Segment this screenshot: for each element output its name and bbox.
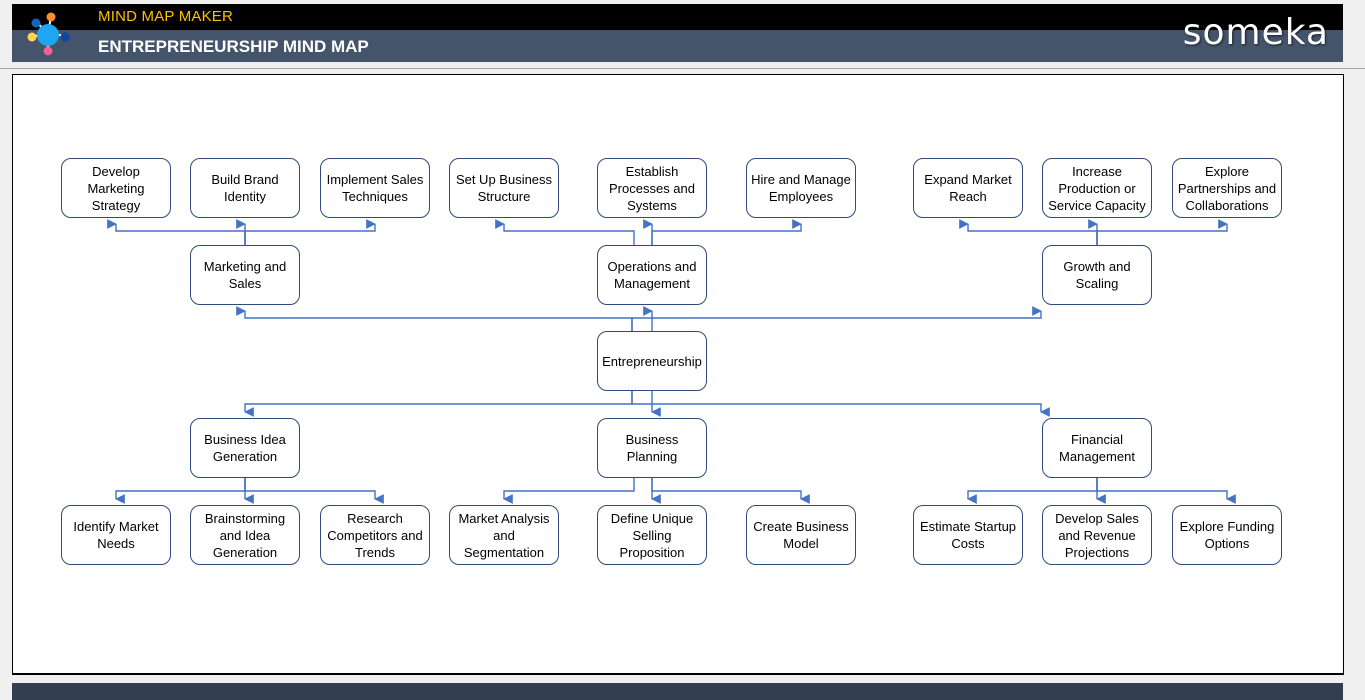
node-label: Hire and Manage Employees <box>751 172 851 204</box>
node-label: Implement Sales Techniques <box>326 172 424 204</box>
app-header: MIND MAP MAKER ENTREPRENEURSHIP MIND MAP… <box>12 4 1343 62</box>
leaf-node-increase-production-or-service-capacity[interactable]: Increase Production or Service Capacity <box>1042 158 1152 218</box>
node-label: Set Up Business Structure <box>455 172 553 204</box>
node-label: Identify Market Needs <box>73 519 159 551</box>
header-divider <box>0 68 1365 69</box>
node-label: Marketing and Sales <box>203 259 287 291</box>
node-label: Build Brand Identity <box>211 172 279 204</box>
node-label: Establish Processes and Systems <box>609 163 695 213</box>
leaf-node-estimate-startup-costs[interactable]: Estimate Startup Costs <box>913 505 1023 565</box>
mind-map-icon <box>27 12 70 56</box>
leaf-node-create-business-model[interactable]: Create Business Model <box>746 505 856 565</box>
node-label: Business Idea Generation <box>204 432 286 464</box>
leaf-node-develop-marketing-strategy[interactable]: Develop Marketing Strategy <box>61 158 171 218</box>
leaf-node-expand-market-reach[interactable]: Expand Market Reach <box>913 158 1023 218</box>
branch-node-business-idea-generation[interactable]: Business Idea Generation <box>190 418 300 478</box>
node-label: Operations and Management <box>607 259 697 291</box>
app-name: MIND MAP MAKER <box>98 8 234 25</box>
branch-node-business-planning[interactable]: Business Planning <box>597 418 707 478</box>
node-label: Increase Production or Service Capacity <box>1048 163 1146 213</box>
node-label: Expand Market Reach <box>924 172 1012 204</box>
node-label: Business Planning <box>625 432 679 464</box>
node-label: Explore Funding Options <box>1179 519 1275 551</box>
page-title: ENTREPRENEURSHIP MIND MAP <box>98 37 369 56</box>
leaf-node-build-brand-identity[interactable]: Build Brand Identity <box>190 158 300 218</box>
leaf-node-explore-funding-options[interactable]: Explore Funding Options <box>1172 505 1282 565</box>
leaf-node-identify-market-needs[interactable]: Identify Market Needs <box>61 505 171 565</box>
node-label: Financial Management <box>1059 432 1135 464</box>
leaf-node-market-analysis-and-segmentation[interactable]: Market Analysis and Segmentation <box>449 505 559 565</box>
branch-node-operations-and-management[interactable]: Operations and Management <box>597 245 707 305</box>
node-label: Market Analysis and Segmentation <box>458 510 550 560</box>
leaf-node-hire-and-manage-employees[interactable]: Hire and Manage Employees <box>746 158 856 218</box>
node-label: Entrepreneurship <box>602 353 702 369</box>
leaf-node-develop-sales-and-revenue-projections[interactable]: Develop Sales and Revenue Projections <box>1042 505 1152 565</box>
node-label: Research Competitors and Trends <box>327 510 423 560</box>
leaf-node-establish-processes-and-systems[interactable]: Establish Processes and Systems <box>597 158 707 218</box>
node-label: Create Business Model <box>753 519 849 551</box>
node-label: Growth and Scaling <box>1063 259 1131 291</box>
leaf-node-brainstorming-and-idea-generation[interactable]: Brainstorming and Idea Generation <box>190 505 300 565</box>
root-node[interactable]: Entrepreneurship <box>597 331 707 391</box>
branch-node-financial-management[interactable]: Financial Management <box>1042 418 1152 478</box>
leaf-node-implement-sales-techniques[interactable]: Implement Sales Techniques <box>320 158 430 218</box>
leaf-node-explore-partnerships-and-collaborations[interactable]: Explore Partnerships and Collaborations <box>1172 158 1282 218</box>
brand-logo[interactable]: someka <box>1183 12 1329 53</box>
footer-bar <box>12 683 1343 700</box>
branch-node-marketing-and-sales[interactable]: Marketing and Sales <box>190 245 300 305</box>
leaf-node-define-unique-selling-proposition[interactable]: Define Unique Selling Proposition <box>597 505 707 565</box>
node-label: Develop Marketing Strategy <box>87 163 145 213</box>
leaf-node-set-up-business-structure[interactable]: Set Up Business Structure <box>449 158 559 218</box>
node-label: Explore Partnerships and Collaborations <box>1177 163 1277 213</box>
leaf-node-research-competitors-and-trends[interactable]: Research Competitors and Trends <box>320 505 430 565</box>
node-label: Define Unique Selling Proposition <box>610 510 694 560</box>
node-label: Develop Sales and Revenue Projections <box>1055 510 1139 560</box>
node-label: Brainstorming and Idea Generation <box>204 510 286 560</box>
node-label: Estimate Startup Costs <box>919 519 1017 551</box>
branch-node-growth-and-scaling[interactable]: Growth and Scaling <box>1042 245 1152 305</box>
